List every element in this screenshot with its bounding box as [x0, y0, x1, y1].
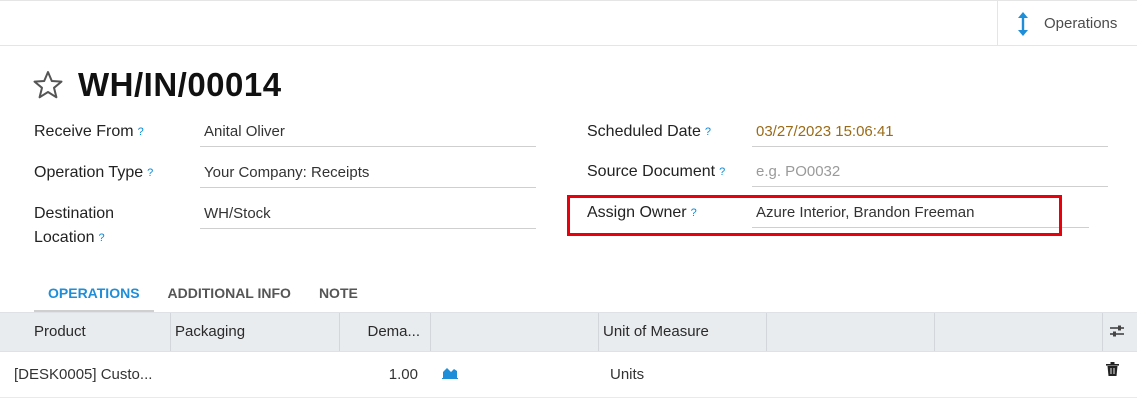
- table-header: Product Packaging Dema... Unit of Measur…: [0, 312, 1137, 352]
- column-unit-of-measure[interactable]: Unit of Measure: [599, 313, 767, 351]
- column-demand[interactable]: Dema...: [340, 313, 431, 351]
- column-product[interactable]: Product: [0, 313, 171, 351]
- operation-type-field[interactable]: Your Company: Receipts: [200, 162, 536, 188]
- tab-operations[interactable]: OPERATIONS: [34, 278, 154, 312]
- cell-unit-of-measure: Units: [610, 366, 645, 383]
- record-title: WH/IN/00014: [78, 66, 282, 103]
- destination-location-field[interactable]: WH/Stock: [200, 203, 536, 229]
- receive-from-label-text: Receive From: [34, 123, 134, 140]
- table-row[interactable]: [DESK0005] Custo... 1.00 Units: [0, 352, 1137, 398]
- operations-smart-button[interactable]: Operations: [997, 1, 1137, 46]
- record-title-row: WH/IN/00014: [32, 66, 282, 104]
- source-document-label: Source Document?: [587, 160, 725, 184]
- destination-label-line2: Location: [34, 229, 95, 246]
- help-icon[interactable]: ?: [138, 126, 144, 138]
- receive-from-field[interactable]: Anital Oliver: [200, 121, 536, 147]
- trash-icon[interactable]: [1106, 362, 1119, 376]
- forecast-chart-icon[interactable]: [442, 365, 458, 379]
- star-icon[interactable]: [32, 69, 64, 101]
- help-icon[interactable]: ?: [99, 232, 105, 244]
- operations-label: Operations: [1044, 15, 1118, 32]
- cell-product: [DESK0005] Custo...: [14, 366, 153, 383]
- column-forecast: [431, 313, 599, 351]
- cell-packaging: [175, 352, 335, 398]
- column-empty-1: [767, 313, 935, 351]
- notebook-tabs: OPERATIONS ADDITIONAL INFO NOTE: [34, 278, 372, 312]
- tab-note[interactable]: NOTE: [305, 278, 372, 312]
- scheduled-date-label-text: Scheduled Date: [587, 123, 701, 140]
- help-icon[interactable]: ?: [147, 167, 153, 179]
- assign-owner-highlight-box: [567, 195, 1062, 236]
- help-icon[interactable]: ?: [719, 166, 725, 178]
- source-document-field[interactable]: e.g. PO0032: [752, 161, 1108, 187]
- help-icon[interactable]: ?: [705, 126, 711, 138]
- receive-from-label: Receive From?: [34, 120, 144, 144]
- column-settings-icon[interactable]: [1109, 323, 1125, 339]
- operation-type-label-text: Operation Type: [34, 164, 144, 181]
- scheduled-date-label: Scheduled Date?: [587, 120, 711, 144]
- destination-location-label: Destination Location?: [34, 202, 114, 250]
- column-packaging[interactable]: Packaging: [171, 313, 340, 351]
- column-empty-2: [935, 313, 1103, 351]
- tab-additional-info[interactable]: ADDITIONAL INFO: [154, 278, 305, 312]
- operation-type-label: Operation Type?: [34, 161, 153, 185]
- cell-demand: 1.00: [388, 366, 418, 383]
- source-document-label-text: Source Document: [587, 163, 716, 180]
- control-panel: Operations: [0, 0, 1137, 46]
- operations-arrows-icon: [1018, 11, 1028, 36]
- destination-label-line1: Destination: [34, 205, 115, 222]
- scheduled-date-field[interactable]: 03/27/2023 15:06:41: [752, 121, 1108, 147]
